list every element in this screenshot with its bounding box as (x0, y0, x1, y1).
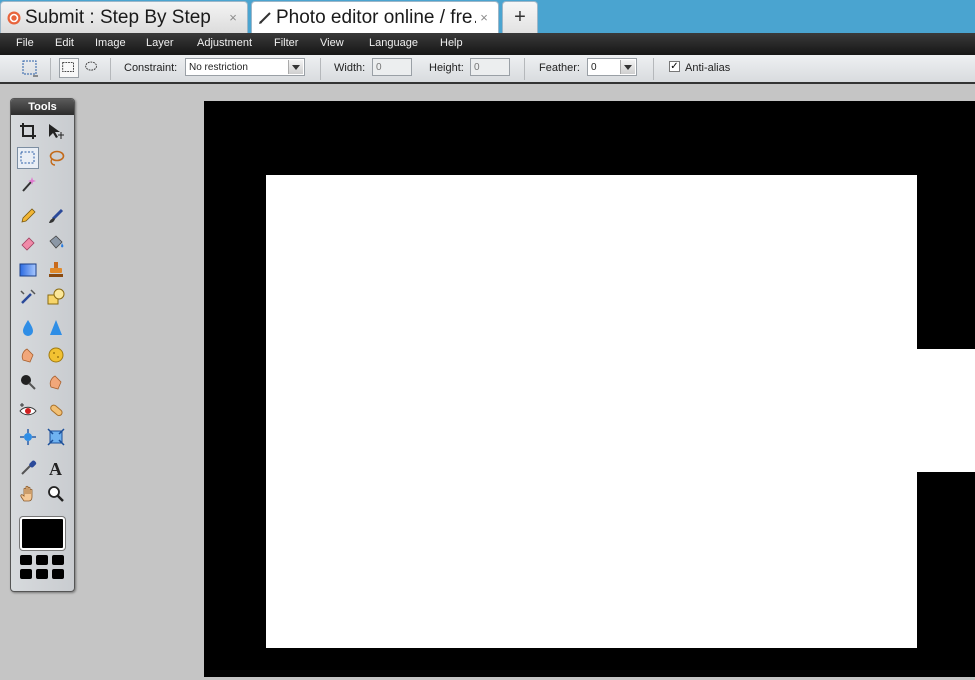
menu-view[interactable]: View (320, 37, 344, 49)
type-icon[interactable]: A (45, 457, 67, 479)
tab-title: Photo editor online / fre… (276, 6, 476, 28)
antialias-checkbox[interactable]: ✓ (669, 61, 680, 72)
constraint-select[interactable]: No restriction (185, 58, 305, 76)
stamp-icon[interactable] (45, 259, 67, 281)
feather-value: 0 (591, 62, 597, 73)
crop-icon[interactable] (17, 120, 39, 142)
new-tab-button[interactable]: + (502, 1, 538, 33)
menu-language[interactable]: Language (369, 37, 418, 49)
foreground-color-swatch[interactable] (20, 517, 65, 550)
burn-icon[interactable] (45, 371, 67, 393)
menu-edit[interactable]: Edit (55, 37, 74, 49)
brush-icon[interactable] (45, 205, 67, 227)
chevron-down-icon[interactable] (620, 60, 635, 74)
gradient-icon[interactable] (17, 259, 39, 281)
swatch-button[interactable] (52, 555, 64, 565)
shapes-icon[interactable] (45, 286, 67, 308)
swatch-button[interactable] (52, 569, 64, 579)
marquee-icon[interactable] (17, 147, 39, 169)
height-input[interactable]: 0 (470, 58, 510, 76)
svg-text:A: A (49, 459, 62, 477)
selection-mode-icon[interactable] (20, 58, 40, 78)
browser-tab-strip: Submit : Step By Step × Photo editor onl… (0, 0, 975, 33)
picker-icon[interactable] (17, 457, 39, 479)
chevron-down-icon[interactable] (288, 60, 303, 74)
blur-icon[interactable] (17, 317, 39, 339)
replace-color-icon[interactable] (17, 286, 39, 308)
separator (110, 58, 111, 80)
tab-submit[interactable]: Submit : Step By Step × (0, 1, 248, 33)
menu-layer[interactable]: Layer (146, 37, 174, 49)
sharpen-icon[interactable] (45, 317, 67, 339)
redeye-icon[interactable] (17, 399, 39, 421)
spot-heal-icon[interactable] (45, 399, 67, 421)
move-icon[interactable] (45, 120, 67, 142)
lasso-icon[interactable] (45, 147, 67, 169)
ellipse-select-icon[interactable] (83, 58, 103, 78)
width-label: Width: (334, 62, 366, 74)
pinch-icon[interactable] (45, 426, 67, 448)
tools-panel: Tools A (10, 98, 75, 592)
swatch-button[interactable] (20, 555, 32, 565)
rect-select-icon[interactable] (59, 58, 79, 78)
swatch-button[interactable] (36, 569, 48, 579)
canvas-white-notch[interactable] (917, 349, 975, 472)
tools-title: Tools (11, 99, 74, 115)
menu-bar: File Edit Image Layer Adjustment Filter … (0, 33, 975, 55)
menu-file[interactable]: File (16, 37, 34, 49)
antialias-label: Anti-alias (685, 62, 731, 74)
pencil-icon (259, 11, 271, 24)
menu-image[interactable]: Image (95, 37, 126, 49)
canvas-white-region[interactable] (266, 175, 917, 648)
separator (50, 58, 51, 80)
separator (653, 58, 654, 80)
sponge-icon[interactable] (45, 344, 67, 366)
menu-filter[interactable]: Filter (274, 37, 298, 49)
swatch-button[interactable] (36, 555, 48, 565)
bloat-icon[interactable] (17, 426, 39, 448)
separator (320, 58, 321, 80)
swatch-button[interactable] (20, 569, 32, 579)
eraser-icon[interactable] (17, 232, 39, 254)
width-value: 0 (376, 62, 382, 73)
tab-photo-editor[interactable]: Photo editor online / fre… × (251, 1, 499, 33)
separator (524, 58, 525, 80)
smudge-icon[interactable] (17, 344, 39, 366)
bucket-icon[interactable] (45, 232, 67, 254)
tab-title: Submit : Step By Step (25, 6, 211, 28)
height-label: Height: (429, 62, 464, 74)
stumble-icon (7, 11, 21, 24)
dodge-icon[interactable] (17, 371, 39, 393)
height-value: 0 (474, 62, 480, 73)
width-input[interactable]: 0 (372, 58, 412, 76)
hand-icon[interactable] (17, 483, 39, 505)
tab-close-icon[interactable]: × (225, 10, 241, 25)
constraint-label: Constraint: (124, 62, 178, 74)
feather-label: Feather: (539, 62, 580, 74)
wand-icon[interactable] (17, 174, 39, 196)
menu-help[interactable]: Help (440, 37, 463, 49)
feather-select[interactable]: 0 (587, 58, 637, 76)
constraint-value: No restriction (189, 62, 248, 73)
pencil-icon[interactable] (17, 205, 39, 227)
zoom-icon[interactable] (45, 483, 67, 505)
tab-close-icon[interactable]: × (476, 10, 492, 25)
options-bar: Constraint: No restriction Width: 0 Heig… (0, 55, 975, 84)
menu-adjustment[interactable]: Adjustment (197, 37, 252, 49)
